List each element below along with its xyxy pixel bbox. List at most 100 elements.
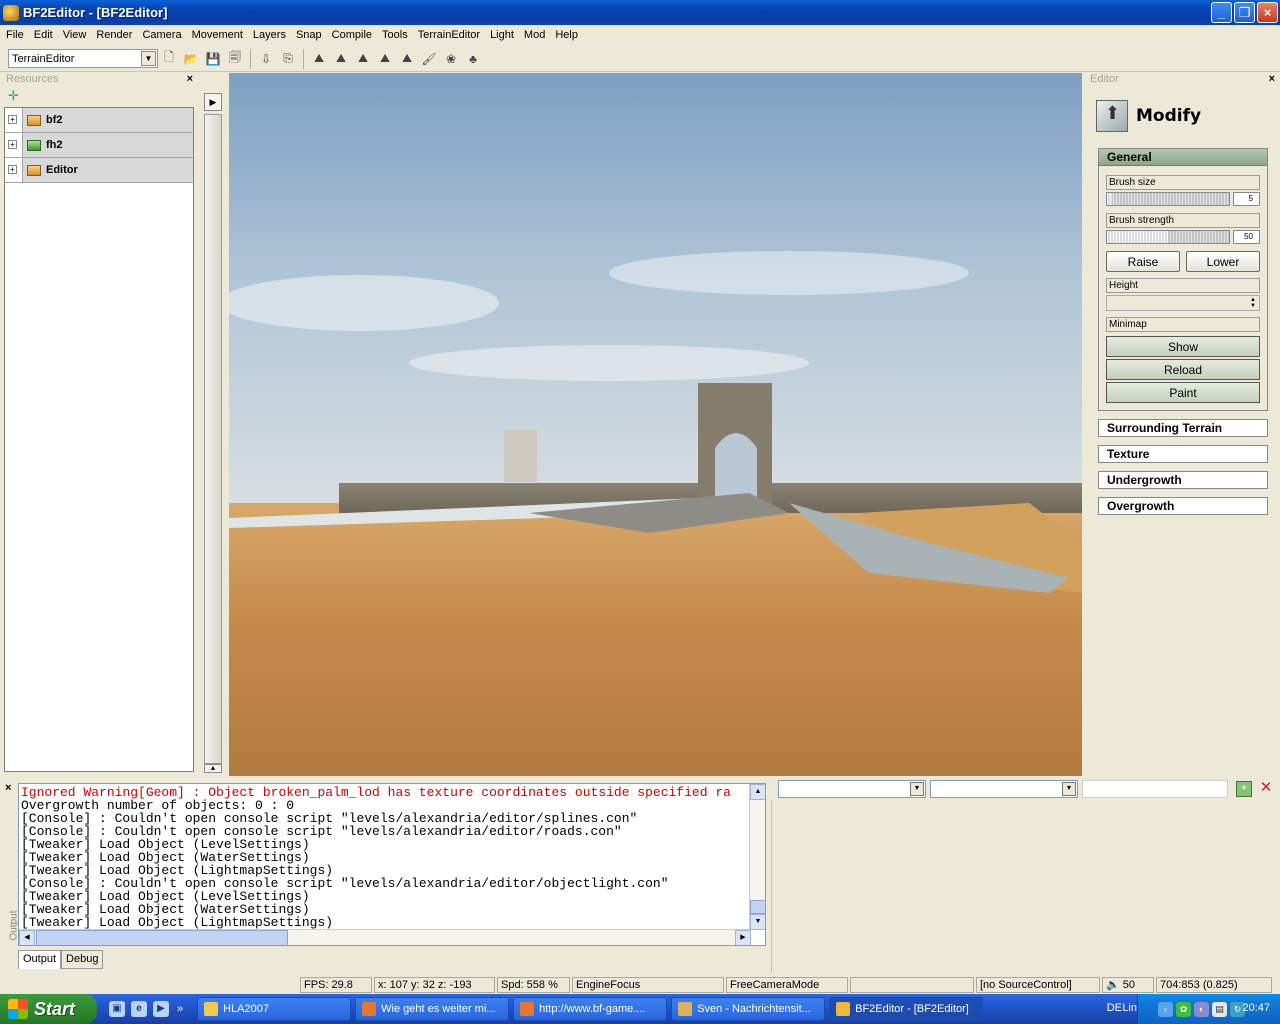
- task-hla2007[interactable]: HLA2007: [197, 997, 352, 1021]
- console-horizontal-scrollbar[interactable]: ◀ ▶: [19, 929, 751, 945]
- show-button[interactable]: Show: [1106, 336, 1260, 357]
- expand-icon[interactable]: +: [8, 115, 17, 124]
- expand-panel-arrow-icon[interactable]: ▶: [204, 93, 222, 111]
- paint-button[interactable]: Paint: [1106, 382, 1260, 403]
- close-icon[interactable]: ×: [1269, 72, 1275, 86]
- task-browser-1[interactable]: Wie geht es weiter mi...: [355, 997, 510, 1021]
- brush-size-value[interactable]: 5: [1233, 192, 1260, 206]
- scroll-thumb[interactable]: [36, 930, 288, 945]
- tray-arrow-icon[interactable]: ‹: [1158, 1001, 1173, 1017]
- menu-camera[interactable]: Camera: [137, 26, 186, 44]
- height-input[interactable]: ▲ ▼: [1106, 295, 1260, 311]
- menu-movement[interactable]: Movement: [187, 26, 248, 44]
- scroll-down-icon[interactable]: ▼: [750, 914, 765, 930]
- language-indicator[interactable]: DE: [1107, 1002, 1122, 1014]
- tray-network-icon[interactable]: ▤: [1212, 1001, 1227, 1017]
- terrain-flatten-icon[interactable]: ⛰: [374, 48, 396, 70]
- start-button[interactable]: Start: [0, 994, 97, 1024]
- terrain-lower-icon[interactable]: ⛰: [330, 48, 352, 70]
- section-texture[interactable]: Texture: [1098, 445, 1268, 463]
- task-messages[interactable]: Sven - Nachrichtensit...: [671, 997, 826, 1021]
- menu-view[interactable]: View: [58, 26, 92, 44]
- tab-debug[interactable]: Debug: [61, 950, 104, 969]
- delete-icon[interactable]: ✕: [1258, 780, 1274, 797]
- tab-output[interactable]: Output: [18, 950, 62, 969]
- section-undergrowth[interactable]: Undergrowth: [1098, 471, 1268, 489]
- tree-item-label-row[interactable]: Editor: [22, 158, 193, 182]
- scroll-right-icon[interactable]: ▶: [735, 930, 751, 945]
- menu-compile[interactable]: Compile: [327, 26, 377, 44]
- close-icon[interactable]: ×: [187, 72, 193, 86]
- expand-icon[interactable]: +: [8, 165, 17, 174]
- minimize-button[interactable]: _: [1211, 2, 1232, 23]
- tree-icon[interactable]: ♣: [462, 48, 484, 70]
- terrain-set-height-icon[interactable]: ⛰: [396, 48, 418, 70]
- terrain-raise-icon[interactable]: ⛰: [308, 48, 330, 70]
- close-icon[interactable]: ×: [5, 782, 11, 794]
- menu-render[interactable]: Render: [91, 26, 137, 44]
- lower-button[interactable]: Lower: [1186, 251, 1260, 272]
- add-resource-icon[interactable]: ✛: [8, 88, 19, 104]
- save-all-icon[interactable]: 🗐: [224, 48, 246, 70]
- console-log[interactable]: Ignored Warning[Geom] : Object broken_pa…: [18, 783, 766, 946]
- menu-light[interactable]: Light: [485, 26, 519, 44]
- brush-strength-value[interactable]: 50: [1233, 230, 1260, 244]
- new-file-icon[interactable]: 🗋: [158, 48, 180, 70]
- spinner-icon[interactable]: ▲ ▼: [1248, 297, 1258, 309]
- close-button[interactable]: ×: [1257, 2, 1278, 23]
- menu-snap[interactable]: Snap: [291, 26, 327, 44]
- menu-edit[interactable]: Edit: [29, 26, 58, 44]
- restore-button[interactable]: ❐: [1234, 2, 1255, 23]
- save-icon[interactable]: 💾: [202, 48, 224, 70]
- scroll-down-icon[interactable]: ▲: [204, 764, 222, 773]
- open-folder-icon[interactable]: 📂: [180, 48, 202, 70]
- tree-item-fh2[interactable]: + fh2: [5, 133, 193, 158]
- tray-headset-icon[interactable]: ◐: [1194, 1001, 1209, 1017]
- chevron-down-icon[interactable]: ▼: [1062, 782, 1076, 796]
- filter-combo-2[interactable]: ▼: [930, 780, 1078, 798]
- task-bf2editor[interactable]: BF2Editor - [BF2Editor]: [829, 997, 984, 1021]
- undergrowth-icon[interactable]: ❀: [440, 48, 462, 70]
- reload-button[interactable]: Reload: [1106, 359, 1260, 380]
- menu-tools[interactable]: Tools: [377, 26, 413, 44]
- tree-item-label-row[interactable]: fh2: [22, 133, 193, 157]
- task-browser-2[interactable]: http://www.bf-game....: [513, 997, 668, 1021]
- quick-launch-more-icon[interactable]: »: [177, 1003, 183, 1015]
- add-icon[interactable]: +: [1236, 781, 1252, 797]
- tree-item-bf2[interactable]: + bf2: [5, 108, 193, 133]
- brush-size-slider[interactable]: [1106, 192, 1230, 206]
- paint-brush-icon[interactable]: 🖌: [418, 48, 440, 70]
- raise-button[interactable]: Raise: [1106, 251, 1180, 272]
- side-scroll-track[interactable]: [204, 114, 222, 764]
- tray-flower-icon[interactable]: ✿: [1176, 1001, 1191, 1017]
- expand-icon[interactable]: +: [8, 140, 17, 149]
- desktop-icon[interactable]: ▣: [109, 1001, 125, 1017]
- scroll-left-icon[interactable]: ◀: [19, 930, 35, 945]
- scroll-up-icon[interactable]: ▲: [750, 784, 765, 800]
- media-icon[interactable]: ▶: [153, 1001, 169, 1017]
- general-title[interactable]: General: [1099, 149, 1267, 166]
- filter-input[interactable]: [1082, 780, 1228, 798]
- menu-layers[interactable]: Layers: [248, 26, 291, 44]
- 3d-viewport[interactable]: [229, 73, 1082, 776]
- terrain-smooth-icon[interactable]: ⛰: [352, 48, 374, 70]
- resource-tree[interactable]: + bf2 + fh2 + Editor: [4, 107, 194, 772]
- scroll-thumb[interactable]: [750, 900, 765, 914]
- tree-item-label-row[interactable]: bf2: [22, 108, 193, 132]
- brush-strength-slider[interactable]: [1106, 230, 1230, 244]
- menu-file[interactable]: File: [1, 26, 29, 44]
- chevron-down-icon[interactable]: ▼: [910, 782, 924, 796]
- menu-help[interactable]: Help: [550, 26, 583, 44]
- menu-terraineditor[interactable]: TerrainEditor: [413, 26, 485, 44]
- ie-icon[interactable]: e: [131, 1001, 147, 1017]
- tree-item-editor[interactable]: + Editor: [5, 158, 193, 183]
- section-surrounding-terrain[interactable]: Surrounding Terrain: [1098, 419, 1268, 437]
- chevron-down-icon[interactable]: ▼: [141, 51, 156, 66]
- editor-mode-select[interactable]: TerrainEditor ▼: [8, 49, 158, 68]
- section-overgrowth[interactable]: Overgrowth: [1098, 497, 1268, 515]
- copy-icon[interactable]: ⎘: [277, 48, 299, 70]
- console-vertical-scrollbar[interactable]: ▲ ▼: [749, 784, 765, 930]
- menu-mod[interactable]: Mod: [519, 26, 550, 44]
- filter-combo-1[interactable]: ▼: [778, 780, 926, 798]
- import-icon[interactable]: ⇩: [255, 48, 277, 70]
